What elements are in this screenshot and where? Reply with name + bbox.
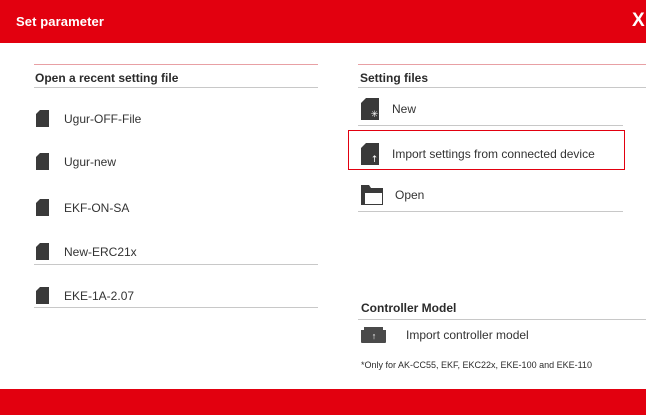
recent-list-divider bbox=[34, 264, 318, 265]
setting-files-top-divider bbox=[358, 64, 646, 65]
setting-files-heading: Setting files bbox=[360, 71, 429, 85]
new-divider bbox=[358, 125, 623, 126]
new-button[interactable]: ✳ New bbox=[361, 98, 416, 120]
recent-file-item[interactable]: EKF-ON-SA bbox=[36, 199, 129, 216]
file-icon bbox=[36, 287, 49, 304]
controller-device-icon: ↑ bbox=[361, 327, 386, 343]
controller-model-note: *Only for AK-CC55, EKF, EKC22x, EKE-100 … bbox=[361, 360, 592, 370]
import-file-icon: ↑ bbox=[361, 143, 379, 165]
folder-icon bbox=[361, 185, 383, 205]
file-icon bbox=[36, 153, 49, 170]
recent-heading: Open a recent setting file bbox=[35, 71, 179, 85]
recent-file-label: New-ERC21x bbox=[64, 244, 137, 259]
recent-file-item[interactable]: EKE-1A-2.07 bbox=[36, 287, 134, 304]
open-button[interactable]: Open bbox=[361, 185, 424, 205]
recent-file-label: Ugur-OFF-File bbox=[64, 111, 142, 126]
import-controller-model-label: Import controller model bbox=[406, 328, 529, 342]
recent-file-item[interactable]: Ugur-OFF-File bbox=[36, 110, 141, 127]
file-icon bbox=[36, 199, 49, 216]
open-label: Open bbox=[395, 188, 425, 202]
recent-top-divider bbox=[34, 64, 318, 65]
import-settings-label: Import settings from connected device bbox=[392, 147, 595, 161]
dialog-title: Set parameter bbox=[16, 14, 105, 29]
controller-model-divider bbox=[358, 319, 646, 320]
file-icon bbox=[36, 110, 49, 127]
controller-model-heading: Controller Model bbox=[361, 301, 457, 315]
recent-file-label: EKE-1A-2.07 bbox=[64, 288, 135, 303]
recent-file-label: Ugur-new bbox=[64, 154, 117, 169]
import-controller-model-button[interactable]: ↑ Import controller model bbox=[361, 327, 529, 343]
recent-file-label: EKF-ON-SA bbox=[64, 200, 130, 215]
file-icon bbox=[36, 243, 49, 260]
recent-file-item[interactable]: Ugur-new bbox=[36, 153, 116, 170]
close-button[interactable]: X bbox=[632, 10, 646, 32]
new-label: New bbox=[392, 102, 417, 116]
new-file-icon: ✳ bbox=[361, 98, 379, 120]
footer-bar bbox=[0, 389, 646, 415]
recent-heading-divider bbox=[34, 87, 318, 88]
setting-files-heading-divider bbox=[358, 87, 646, 88]
open-divider bbox=[358, 211, 623, 212]
recent-bottom-divider bbox=[34, 307, 318, 308]
recent-file-item[interactable]: New-ERC21x bbox=[36, 243, 137, 260]
import-settings-button[interactable]: ↑ Import settings from connected device bbox=[361, 143, 595, 165]
title-bar: Set parameter X bbox=[0, 0, 646, 43]
